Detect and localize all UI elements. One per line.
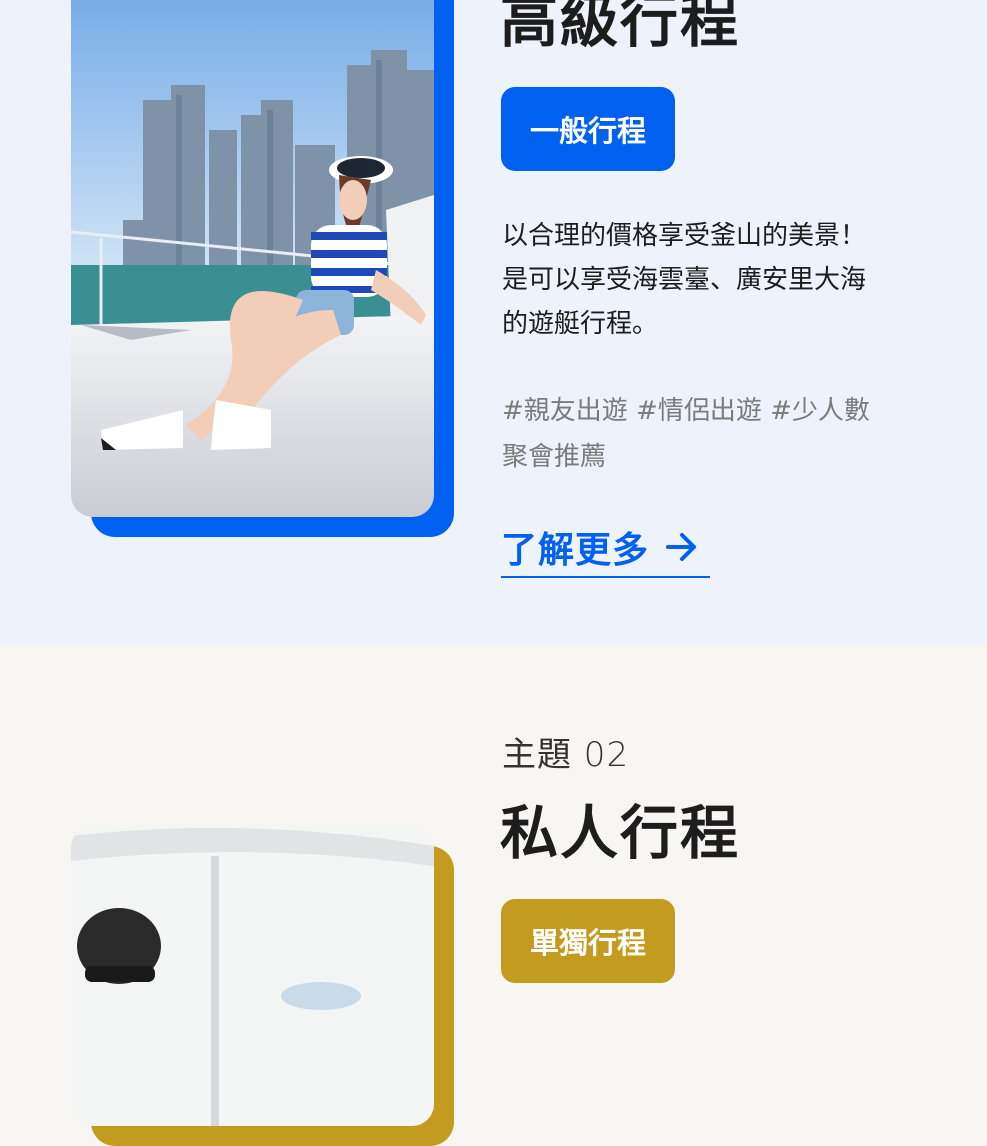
private-yacht-illustration [71, 826, 434, 1126]
premium-tags: #親友出遊 #情侶出遊 #少人數 聚會推薦 [502, 388, 932, 480]
arrow-right-icon [665, 531, 699, 563]
private-yacht-photo [71, 826, 434, 1126]
private-tour-badge[interactable]: 單獨行程 [501, 899, 675, 983]
private-title: 私人行程 [500, 799, 741, 867]
general-tour-badge[interactable]: 一般行程 [501, 87, 675, 171]
description-line-2: 是可以享受海雲臺、廣安里大海 [502, 265, 867, 295]
description-line-1: 以合理的價格享受釜山的美景！ [502, 221, 867, 251]
premium-description: 以合理的價格享受釜山的美景！ 是可以享受海雲臺、廣安里大海 的遊艇行程。 [502, 214, 942, 346]
yacht-photo [71, 0, 434, 517]
description-line-3: 的遊艇行程。 [502, 309, 659, 339]
theme-section-premium: 高級行程 一般行程 以合理的價格享受釜山的美景！ 是可以享受海雲臺、廣安里大海 … [0, 0, 987, 645]
tags-line-1: #親友出遊 #情侶出遊 #少人數 [502, 396, 870, 426]
premium-title: 高級行程 [500, 0, 741, 55]
tags-line-2: 聚會推薦 [502, 442, 607, 472]
theme-number-label: 主題 02 [502, 735, 630, 775]
yacht-city-illustration [71, 0, 434, 517]
theme-section-private: 主題 02 私人行程 單獨行程 [0, 645, 987, 1146]
learn-more-label: 了解更多 [501, 530, 650, 571]
learn-more-link[interactable]: 了解更多 [501, 518, 710, 578]
